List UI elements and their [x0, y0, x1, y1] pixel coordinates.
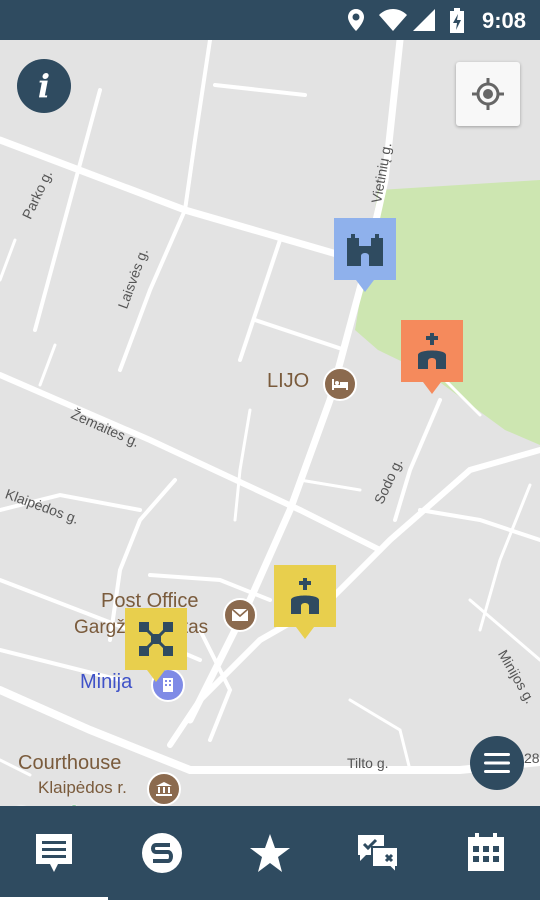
tab-favorites[interactable] [216, 806, 324, 900]
castle-icon [347, 234, 383, 266]
info-label: i [37, 67, 51, 105]
street-label: Tilto g. [347, 755, 389, 771]
courthouse-icon[interactable] [147, 772, 181, 806]
menu-button[interactable] [470, 736, 524, 790]
bottom-navigation [0, 806, 540, 900]
poi-minija-label: Minija [80, 671, 133, 693]
star-icon [250, 834, 290, 872]
tab-news[interactable] [0, 806, 108, 900]
mail-icon[interactable] [223, 598, 257, 632]
signal-icon [413, 9, 435, 31]
battery-icon [450, 8, 464, 33]
location-icon [348, 9, 364, 31]
s-circle-icon [142, 833, 182, 873]
castle-marker[interactable] [334, 218, 396, 292]
chat-check-icon [358, 835, 399, 873]
hamburger-icon [484, 753, 510, 773]
calendar-icon [468, 833, 504, 871]
network-icon [139, 622, 173, 656]
church-marker-yellow[interactable] [274, 565, 336, 639]
tab-calendar[interactable] [432, 806, 540, 900]
status-bar: 9:08 [0, 0, 540, 40]
info-button[interactable]: i [17, 59, 71, 113]
street-number: 28 [524, 750, 540, 766]
message-list-icon [36, 834, 72, 872]
crosshair-icon [472, 78, 504, 110]
poi-lijo-label: LIJO [267, 370, 310, 392]
network-marker[interactable] [125, 608, 187, 682]
hotel-icon[interactable] [323, 367, 357, 401]
poi-klaipedos-r-label: Klaipėdos r. [38, 778, 127, 797]
poi-courthouse-label: Courthouse [18, 752, 122, 774]
status-time: 9:08 [481, 8, 526, 33]
church-icon [291, 578, 319, 614]
wifi-icon [379, 9, 407, 31]
church-marker-orange[interactable] [401, 320, 463, 394]
church-icon [418, 333, 446, 369]
my-location-button[interactable] [456, 62, 520, 126]
tab-tasks[interactable] [324, 806, 432, 900]
tab-services[interactable] [108, 806, 216, 900]
map-view[interactable]: Parko g. Laisvės g. Vietinių g. Žemaites… [0, 40, 540, 806]
